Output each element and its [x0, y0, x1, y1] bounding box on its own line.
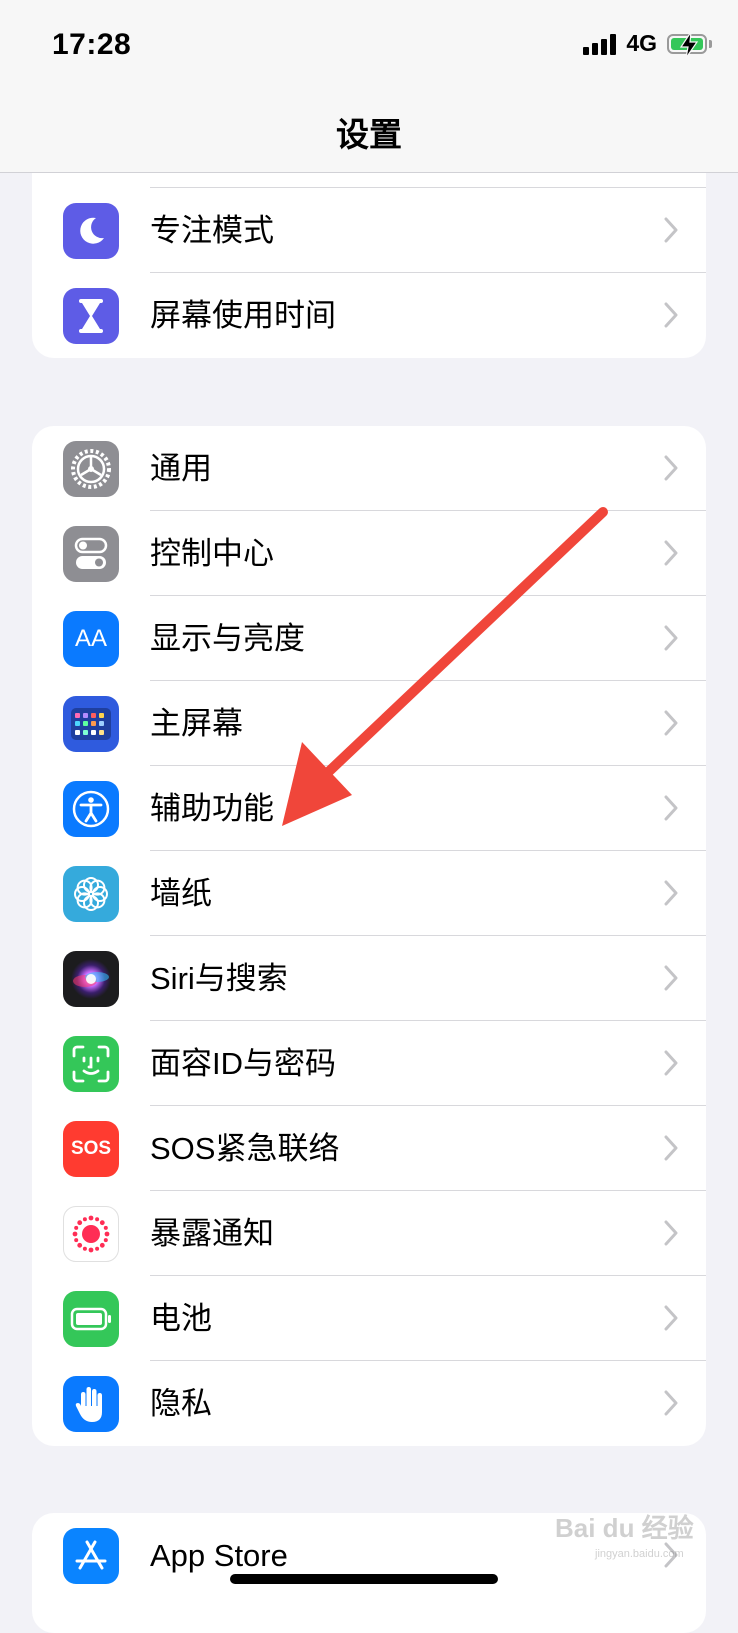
home-grid-icon [63, 696, 119, 752]
battery-charging-icon [667, 31, 707, 58]
settings-row-label: 隐私 [150, 1386, 212, 1421]
page-title: 设置 [336, 116, 402, 153]
network-type: 4G [626, 30, 657, 56]
settings-row-label: SOS紧急联络 [150, 1131, 340, 1166]
text-size-icon-glyph: AA [74, 625, 107, 652]
baidu-watermark: Bai du 经验 jingyan.baidu.com [555, 1508, 725, 1568]
chevron-right-icon [664, 1390, 678, 1416]
chevron-right-icon [664, 540, 678, 566]
settings-row-home-screen[interactable]: 主屏幕 [32, 681, 706, 766]
settings-row-battery[interactable]: 电池 [32, 1276, 706, 1361]
home-indicator[interactable] [230, 1574, 498, 1584]
settings-row-screen-time[interactable]: 屏幕使用时间 [32, 273, 706, 358]
chevron-right-icon [664, 1050, 678, 1076]
gear-icon [63, 441, 119, 497]
settings-row-sos[interactable]: SOS SOS紧急联络 [32, 1106, 706, 1191]
app-store-icon [63, 1528, 119, 1584]
chevron-right-icon [664, 217, 678, 243]
settings-row-label: 专注模式 [150, 213, 274, 248]
cellular-signal-icon [583, 33, 617, 55]
status-time: 17:28 [52, 28, 132, 61]
chevron-right-icon [664, 880, 678, 906]
exposure-icon [63, 1206, 119, 1262]
chevron-right-icon [664, 1305, 678, 1331]
watermark-subtext: jingyan.baidu.com [595, 1548, 684, 1560]
watermark-text: Bai du 经验 [555, 1513, 694, 1543]
hourglass-icon [63, 288, 119, 344]
settings-row-label: 墙纸 [150, 876, 212, 911]
chevron-right-icon [664, 625, 678, 651]
chevron-right-icon [664, 965, 678, 991]
chevron-right-icon [664, 710, 678, 736]
settings-row-privacy[interactable]: 隐私 [32, 1361, 706, 1446]
toggles-icon [63, 526, 119, 582]
settings-row-label: 电池 [150, 1301, 212, 1336]
settings-row-label: 面容ID与密码 [150, 1046, 336, 1081]
status-bar: 17:28 4G [0, 0, 738, 92]
status-indicators: 4G [583, 30, 712, 58]
chevron-right-icon [664, 795, 678, 821]
settings-row-label: App Store [150, 1538, 288, 1573]
settings-row-exposure[interactable]: 暴露通知 [32, 1191, 706, 1276]
siri-icon [63, 951, 119, 1007]
settings-row-label: Siri与搜索 [150, 961, 288, 996]
settings-row-label: 主屏幕 [150, 706, 243, 741]
face-id-icon [63, 1036, 119, 1092]
settings-row-siri[interactable]: Siri与搜索 [32, 936, 706, 1021]
moon-icon [63, 203, 119, 259]
hand-icon [63, 1376, 119, 1432]
settings-row-label: 暴露通知 [150, 1216, 274, 1251]
settings-row-general[interactable]: 通用 [32, 426, 706, 511]
chevron-right-icon [664, 1220, 678, 1246]
accessibility-icon [63, 781, 119, 837]
navigation-bar: 设置 [0, 92, 738, 173]
flower-icon [63, 866, 119, 922]
chevron-right-icon [664, 455, 678, 481]
settings-row-label: 通用 [150, 451, 212, 486]
settings-row-label: 屏幕使用时间 [150, 298, 336, 333]
text-size-icon: AA [63, 611, 119, 667]
settings-row-label: 辅助功能 [150, 791, 274, 826]
chevron-right-icon [664, 302, 678, 328]
settings-row-control-center[interactable]: 控制中心 [32, 511, 706, 596]
settings-row-label: 显示与亮度 [150, 621, 305, 656]
settings-row-wallpaper[interactable]: 墙纸 [32, 851, 706, 936]
settings-row-focus[interactable]: 专注模式 [32, 188, 706, 273]
settings-row-face-id[interactable]: 面容ID与密码 [32, 1021, 706, 1106]
chevron-right-icon [664, 1135, 678, 1161]
battery-cap [709, 39, 712, 48]
sos-icon: SOS [63, 1121, 119, 1177]
battery-icon [63, 1291, 119, 1347]
settings-row-display[interactable]: AA 显示与亮度 [32, 596, 706, 681]
settings-group-general: 通用 控制中心 AA 显示与亮度 主屏幕 辅助功能 墙纸 Siri与搜索 面容I… [32, 426, 706, 1446]
sos-icon-glyph: SOS [70, 1138, 112, 1159]
settings-row-label: 控制中心 [150, 536, 274, 571]
settings-row-accessibility[interactable]: 辅助功能 [32, 766, 706, 851]
